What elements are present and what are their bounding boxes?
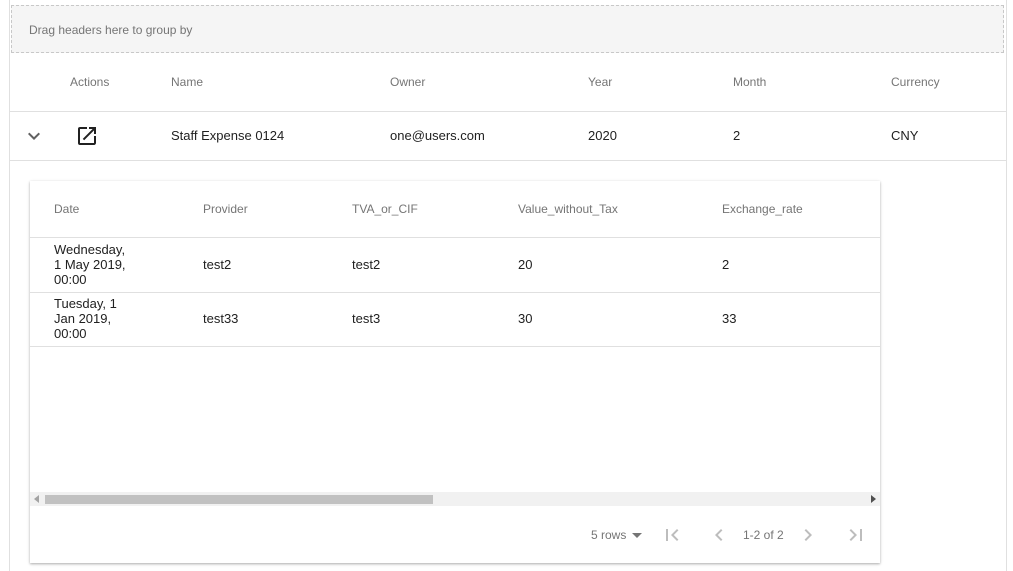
- pagination: 5 rows 1-2 of 2: [30, 506, 880, 563]
- material-table: Drag headers here to group by Actions Na…: [9, 0, 1007, 571]
- detail-panel: Date Provider TVA_or_CIF Value_without_T…: [30, 181, 880, 563]
- expand-row-button[interactable]: [22, 124, 46, 148]
- cell-year: 2020: [588, 128, 617, 143]
- cell-currency: CNY: [891, 128, 919, 143]
- page-range: 1-2 of 2: [743, 528, 784, 542]
- previous-page-button[interactable]: [707, 523, 731, 547]
- last-page-icon: [849, 529, 862, 541]
- cell-provider: test33: [203, 311, 239, 326]
- header-year[interactable]: Year: [588, 75, 612, 89]
- header-provider[interactable]: Provider: [203, 202, 248, 216]
- chevron-left-icon: [715, 529, 723, 541]
- rows-per-page-select[interactable]: 5 rows: [591, 528, 643, 542]
- header-owner[interactable]: Owner: [390, 75, 425, 89]
- header-tva-or-cif[interactable]: TVA_or_CIF: [352, 202, 418, 216]
- horizontal-scrollbar[interactable]: [30, 492, 880, 506]
- header-date[interactable]: Date: [54, 202, 79, 216]
- header-exchange-rate[interactable]: Exchange_rate: [722, 202, 803, 216]
- cell-owner: one@users.com: [390, 128, 485, 143]
- cell-tva-or-cif: test2: [352, 257, 381, 272]
- cell-date: Wednesday, 1 May 2019, 00:00: [54, 242, 126, 287]
- header-name[interactable]: Name: [171, 75, 203, 89]
- detail-header-row: Date Provider TVA_or_CIF Value_without_T…: [30, 181, 880, 238]
- scroll-right-arrow-icon[interactable]: [871, 495, 876, 503]
- cell-date: Tuesday, 1 Jan 2019, 00:00: [54, 296, 117, 341]
- cell-tva-or-cif: test3: [352, 311, 381, 326]
- table-header-row: Actions Name Owner Year Month Currency: [10, 55, 1006, 112]
- next-page-button[interactable]: [796, 523, 820, 547]
- table-row: Tuesday, 1 Jan 2019, 00:00 test33 test3 …: [30, 292, 880, 347]
- open-in-new-icon: [78, 127, 96, 145]
- table-row: Staff Expense 0124 one@users.com 2020 2 …: [10, 112, 1006, 161]
- header-month[interactable]: Month: [733, 75, 766, 89]
- first-page-button[interactable]: [660, 523, 684, 547]
- table-row: Wednesday, 1 May 2019, 00:00 test2 test2…: [30, 238, 880, 293]
- cell-provider: test2: [203, 257, 232, 272]
- chevron-right-icon: [804, 529, 812, 541]
- scrollbar-thumb[interactable]: [45, 495, 433, 504]
- dropdown-caret-icon: [632, 532, 643, 538]
- cell-exchange-rate: 2: [722, 257, 730, 272]
- cell-exchange-rate: 33: [722, 311, 737, 326]
- group-by-drop-zone[interactable]: Drag headers here to group by: [11, 5, 1004, 53]
- rows-per-page-value: 5 rows: [591, 528, 627, 542]
- open-details-button[interactable]: [75, 124, 99, 148]
- header-currency[interactable]: Currency: [891, 75, 940, 89]
- cell-value-without-tax: 30: [518, 311, 533, 326]
- cell-month: 2: [733, 128, 741, 143]
- group-by-hint: Drag headers here to group by: [29, 23, 193, 37]
- header-actions: Actions: [70, 75, 110, 89]
- chevron-down-icon: [28, 132, 40, 140]
- first-page-icon: [666, 529, 679, 541]
- last-page-button[interactable]: [844, 523, 868, 547]
- header-value-without-tax[interactable]: Value_without_Tax: [518, 202, 618, 216]
- cell-value-without-tax: 20: [518, 257, 533, 272]
- cell-name: Staff Expense 0124: [171, 128, 285, 143]
- scroll-left-arrow-icon[interactable]: [34, 495, 39, 503]
